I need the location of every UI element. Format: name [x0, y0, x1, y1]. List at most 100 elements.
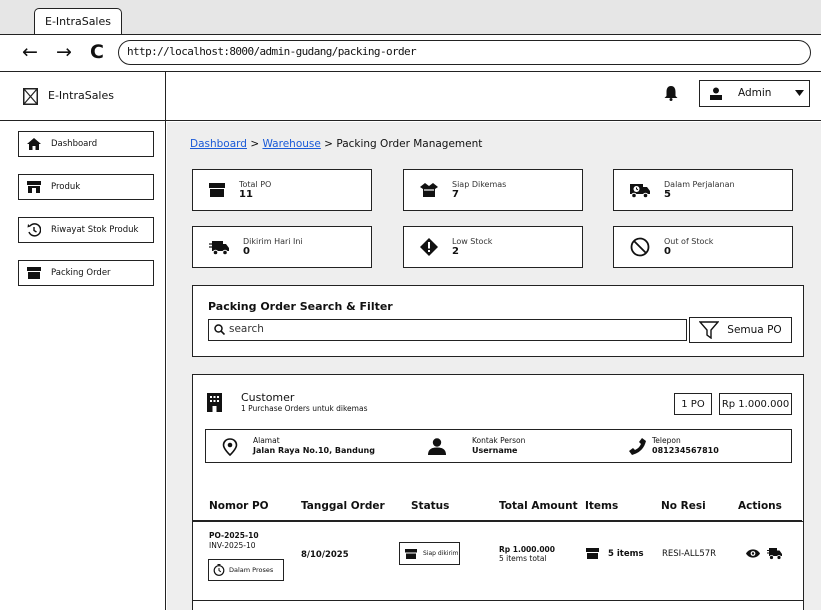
phone-value: 081234567810 [652, 446, 719, 455]
box-icon [209, 183, 225, 197]
warning-diamond-icon [420, 238, 438, 256]
reload-button[interactable]: C [90, 40, 104, 64]
truck-icon[interactable] [767, 547, 782, 560]
amount-note: 5 items total [499, 554, 547, 563]
customer-total: Rp 1.000.000 [721, 398, 790, 410]
contact-value: Username [472, 446, 518, 455]
stat-label: Total PO [239, 180, 272, 189]
table-row[interactable]: PO-2025-10 INV-2025-10 Dalam Proses 8/10… [193, 521, 802, 589]
filter-button[interactable]: Semua PO [689, 317, 792, 343]
ban-icon [630, 237, 650, 257]
stat-value: 7 [452, 189, 459, 200]
customer-info-box: Alamat Jalan Raya No.10, Bandung Kontak … [205, 429, 792, 463]
col-header-actions: Actions [738, 500, 782, 512]
sidebar-item-packing-order[interactable]: Packing Order [18, 260, 154, 286]
address-value: Jalan Raya No.10, Bandung [253, 446, 375, 455]
url-bar[interactable]: http://localhost:8000/admin-gudang/packi… [118, 40, 811, 65]
col-header-status: Status [411, 500, 450, 512]
stat-label: Low Stock [452, 237, 493, 246]
customer-title: Customer [241, 391, 295, 404]
stat-label: Dalam Perjalanan [664, 180, 735, 189]
process-status-text: Dalam Proses [229, 566, 274, 574]
history-icon [27, 223, 41, 237]
stat-card-dikirim-hari-ini: Dikirim Hari Ini 0 [192, 226, 372, 268]
stat-label: Siap Dikemas [452, 180, 507, 189]
brand-name: E-IntraSales [48, 89, 114, 102]
col-header-no-resi: No Resi [661, 500, 706, 512]
invoice-number: INV-2025-10 [209, 541, 256, 550]
sidebar-item-label: Riwayat Stok Produk [51, 225, 139, 235]
logo-icon [23, 88, 38, 105]
phone-icon [629, 438, 646, 455]
total-badge: Rp 1.000.000 [719, 393, 792, 415]
open-box-icon [420, 183, 438, 197]
stat-label: Dikirim Hari Ini [243, 237, 303, 246]
user-name: Admin [738, 87, 772, 99]
customer-subtitle: 1 Purchase Orders untuk dikemas [241, 404, 368, 413]
resi-number: RESI-ALL57R [662, 549, 717, 559]
box-icon [27, 267, 41, 279]
po-count-badge: 1 PO [674, 393, 712, 415]
box-icon [586, 548, 599, 559]
home-icon [27, 138, 41, 150]
brand-row: E-IntraSales [0, 72, 166, 121]
box-icon [405, 548, 417, 559]
browser-tab[interactable]: E-IntraSales [34, 8, 122, 34]
filter-label: Semua PO [727, 324, 782, 336]
sidebar-item-label: Produk [51, 182, 81, 192]
search-input[interactable]: search [208, 319, 687, 341]
truck-clock-icon [630, 184, 650, 198]
fast-truck-icon [209, 241, 229, 255]
forward-button[interactable]: → [56, 40, 72, 64]
url-text: http://localhost:8000/admin-gudang/packi… [127, 45, 417, 58]
breadcrumb-warehouse[interactable]: Warehouse [262, 138, 320, 150]
user-menu[interactable]: Admin [699, 80, 810, 107]
search-icon [214, 324, 225, 335]
chevron-down-icon [795, 90, 804, 96]
row-divider [192, 600, 804, 601]
stat-card-dalam-perjalanan: Dalam Perjalanan 5 [613, 169, 793, 211]
store-icon [27, 181, 41, 193]
breadcrumb-separator: > [250, 138, 260, 150]
status-badge: Siap dikirim [399, 542, 460, 565]
sidebar-item-produk[interactable]: Produk [18, 174, 154, 200]
reload-icon: C [90, 41, 104, 63]
row-divider [192, 521, 804, 522]
eye-icon[interactable] [746, 548, 760, 559]
person-icon [428, 438, 446, 455]
breadcrumb: Dashboard > Warehouse > Packing Order Ma… [190, 138, 482, 150]
po-number: PO-2025-10 [209, 531, 259, 540]
col-header-total-amount: Total Amount [499, 500, 578, 512]
stat-card-out-of-stock: Out of Stock 0 [613, 226, 793, 268]
breadcrumb-current: Packing Order Management [336, 138, 483, 150]
stat-value: 0 [243, 246, 250, 257]
col-header-items: Items [585, 500, 619, 512]
sidebar-item-dashboard[interactable]: Dashboard [18, 131, 154, 157]
stat-value: 2 [452, 246, 459, 257]
browser-tab-title: E-IntraSales [45, 15, 111, 28]
stat-value: 0 [664, 246, 671, 257]
user-icon [710, 87, 722, 100]
building-icon [207, 393, 222, 412]
stat-card-siap-dikemas: Siap Dikemas 7 [403, 169, 583, 211]
stat-value: 5 [664, 189, 671, 200]
stat-card-low-stock: Low Stock 2 [403, 226, 583, 268]
address-label: Alamat [253, 436, 280, 445]
browser-tab-bar [0, 0, 821, 34]
filter-icon [699, 321, 720, 339]
bell-icon[interactable] [664, 85, 678, 101]
breadcrumb-dashboard[interactable]: Dashboard [190, 138, 247, 150]
location-icon [222, 438, 238, 456]
col-header-nomor-po: Nomor PO [209, 500, 269, 512]
contact-label: Kontak Person [472, 436, 526, 445]
stat-value: 11 [239, 189, 253, 200]
filter-title: Packing Order Search & Filter [208, 300, 393, 313]
phone-label: Telepon [652, 436, 681, 445]
timer-icon [213, 564, 225, 576]
status-text: Siap dikirim [423, 550, 459, 557]
stat-label: Out of Stock [664, 237, 714, 246]
sidebar-item-riwayat-stok[interactable]: Riwayat Stok Produk [18, 217, 154, 243]
back-button[interactable]: ← [22, 40, 38, 64]
sidebar-item-label: Dashboard [51, 139, 98, 149]
po-count: 1 PO [681, 398, 705, 410]
